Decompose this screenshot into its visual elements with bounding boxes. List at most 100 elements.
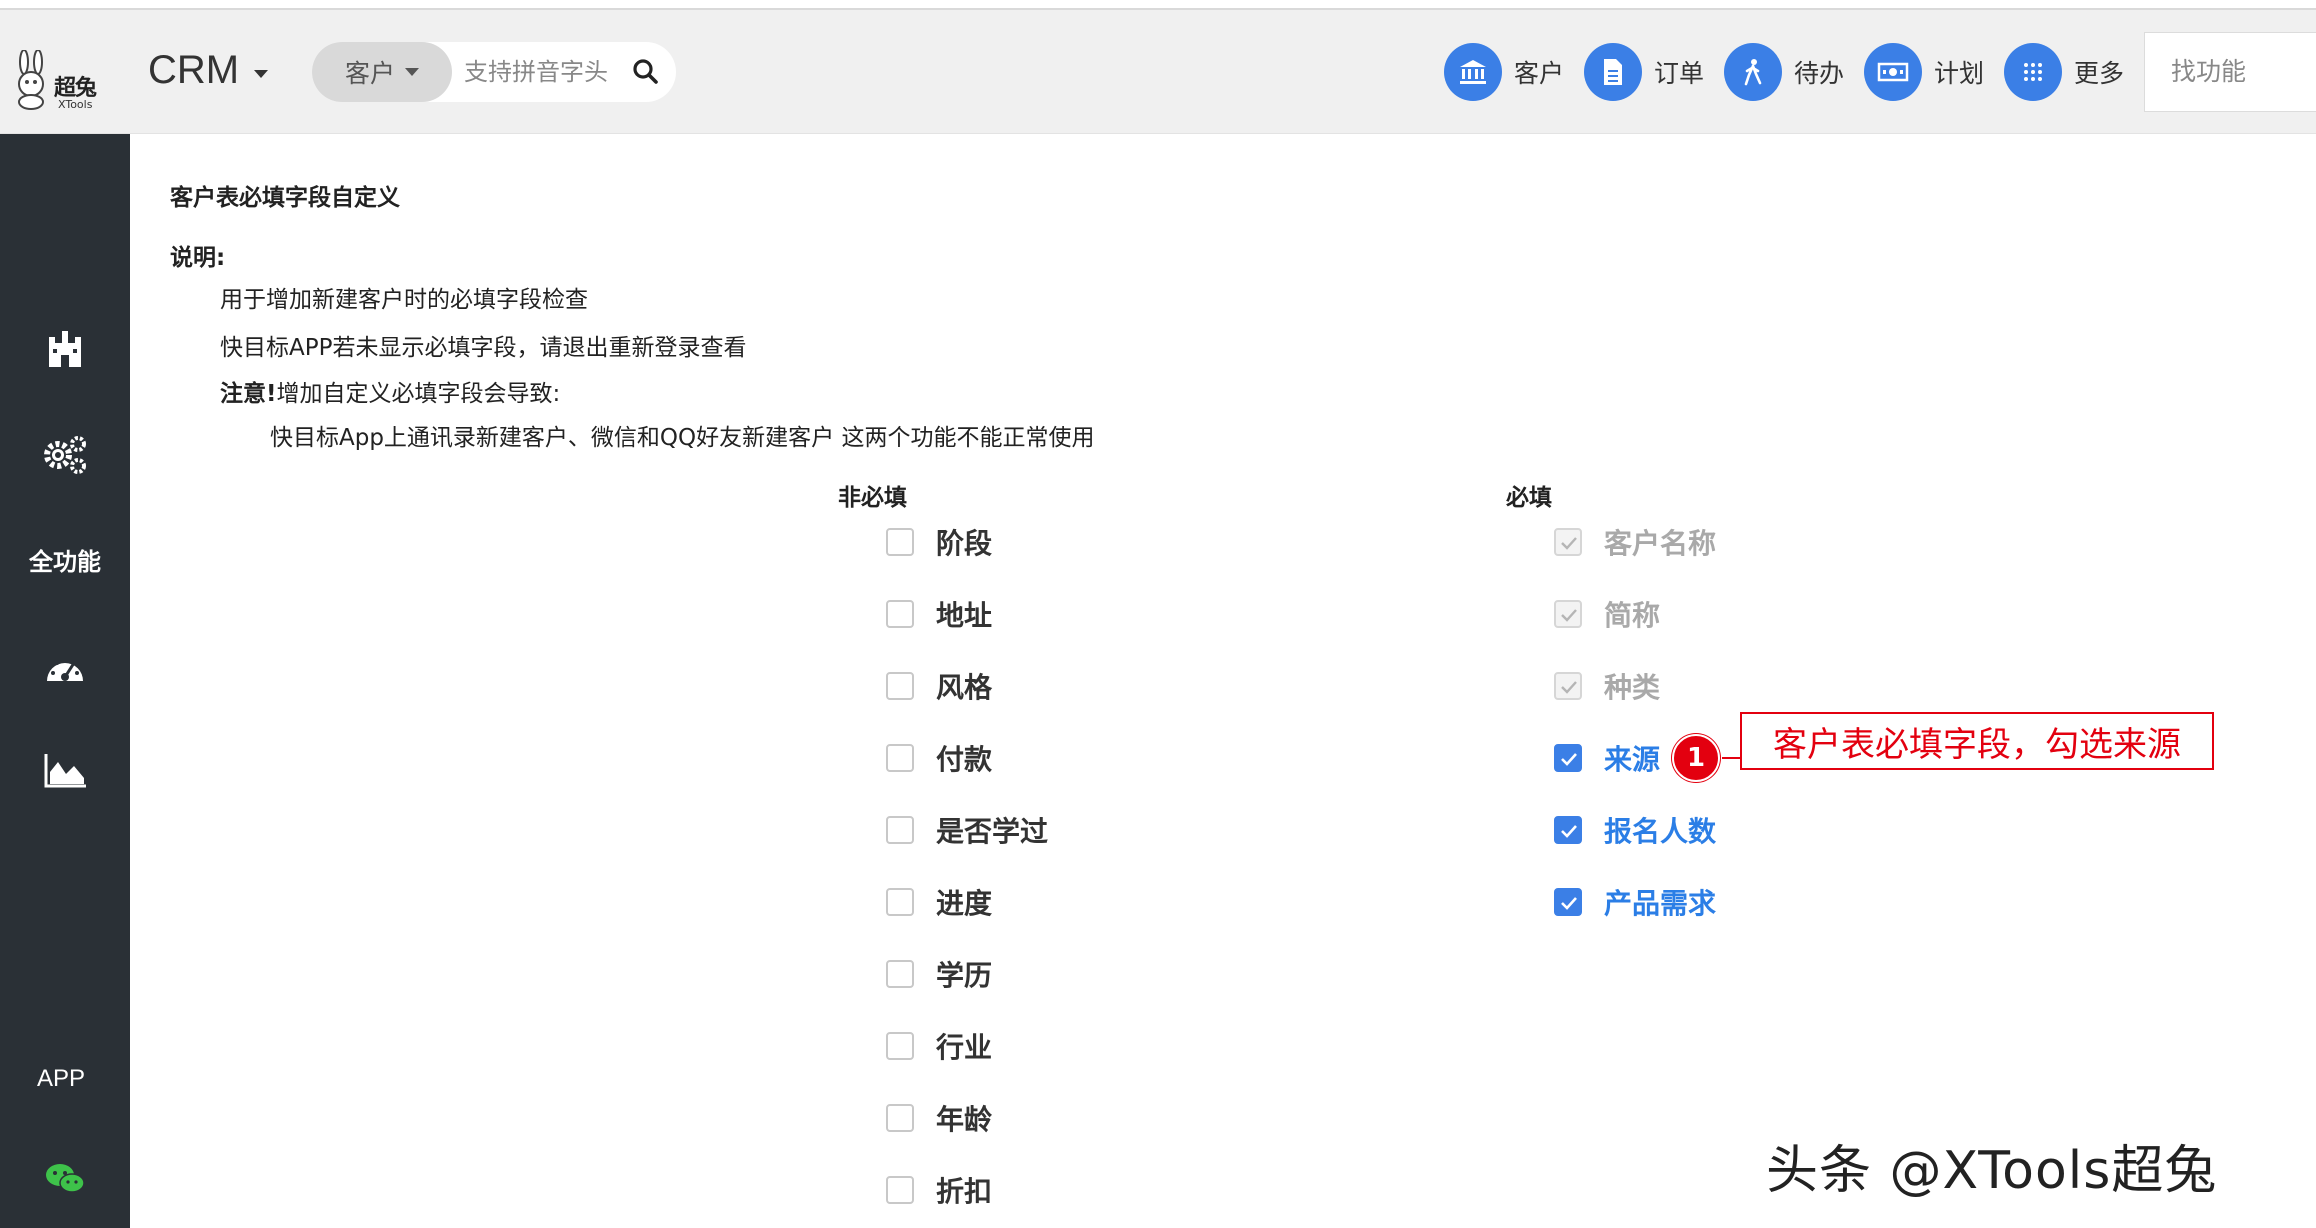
optional-field[interactable]: 阶段 (886, 522, 992, 562)
optional-field[interactable]: 进度 (886, 882, 992, 922)
annotation-connector (1722, 757, 1742, 759)
checkbox[interactable] (886, 960, 914, 988)
required-field-selected[interactable]: 报名人数 (1554, 810, 1716, 850)
checkbox-locked (1554, 672, 1582, 700)
gears-icon (44, 436, 86, 474)
field-label: 折扣 (936, 1175, 993, 1208)
checkbox[interactable] (886, 672, 914, 700)
sidebar-item-app[interactable]: APP (0, 1044, 126, 1114)
top-strip (0, 0, 2316, 10)
optional-field[interactable]: 付款 (886, 738, 992, 778)
required-field-selected[interactable]: 来源 (1554, 738, 1660, 778)
sidebar: 全功能 APP (0, 134, 130, 1228)
required-column-header: 必填 (1506, 485, 1552, 511)
checkbox-locked (1554, 600, 1582, 628)
field-label: 产品需求 (1604, 887, 1717, 920)
dashboard-icon (47, 657, 83, 681)
annotation-marker: 1 (1672, 734, 1720, 782)
checkbox[interactable] (886, 1176, 914, 1204)
sidebar-item-settings[interactable] (0, 419, 130, 489)
checkbox[interactable] (886, 816, 914, 844)
field-label: 来源 (1604, 743, 1661, 776)
checkbox[interactable] (886, 600, 914, 628)
field-label: 地址 (936, 599, 993, 632)
castle-icon (49, 331, 81, 367)
field-label: 进度 (936, 887, 993, 920)
find-function-input[interactable] (2169, 51, 2316, 91)
optional-field[interactable]: 折扣 (886, 1170, 992, 1210)
warning-detail: 快目标App上通讯录新建客户、微信和QQ好友新建客户 这两个功能不能正常使用 (270, 425, 1095, 451)
quicknav-label: 更多 (2074, 59, 2125, 88)
field-label: 学历 (936, 959, 993, 992)
quicknav-plan[interactable]: 计划 (1864, 40, 1984, 104)
area-chart-icon (44, 754, 86, 788)
field-label: 年龄 (936, 1103, 993, 1136)
find-function-box (2144, 32, 2316, 112)
sidebar-item-label: 全功能 (29, 547, 101, 576)
sidebar-item-all-functions[interactable]: 全功能 (0, 524, 130, 594)
search-icon[interactable] (632, 58, 660, 86)
checkbox[interactable] (886, 1104, 914, 1132)
logo[interactable]: 超兔 XTools (14, 46, 106, 116)
warning-line: 注意!增加自定义必填字段会导致: (220, 374, 560, 408)
required-field-locked: 客户名称 (1554, 522, 1716, 562)
required-field-locked: 简称 (1554, 594, 1660, 634)
field-label: 报名人数 (1604, 815, 1717, 848)
sidebar-item-dashboard[interactable] (0, 632, 130, 702)
optional-field[interactable]: 年龄 (886, 1098, 992, 1138)
main-content: 客户表必填字段自定义 说明: 用于增加新建客户时的必填字段检查 快目标APP若未… (130, 134, 2316, 1228)
bank-icon (1444, 43, 1502, 101)
checkbox-checked[interactable] (1554, 744, 1582, 772)
quicknav-more[interactable]: 更多 (2004, 40, 2124, 104)
optional-field[interactable]: 行业 (886, 1026, 992, 1066)
document-icon (1584, 43, 1642, 101)
quicknav-label: 客户 (1514, 59, 1565, 88)
money-icon (1864, 43, 1922, 101)
quicknav-label: 待办 (1794, 59, 1845, 88)
walking-person-icon (1724, 43, 1782, 101)
quicknav-todo[interactable]: 待办 (1724, 40, 1844, 104)
sidebar-item-home[interactable] (0, 314, 130, 384)
optional-field[interactable]: 地址 (886, 594, 992, 634)
warning-title: 注意! (220, 381, 277, 407)
required-field-locked: 种类 (1554, 666, 1660, 706)
grid-icon (2004, 43, 2062, 101)
search-type-dropdown[interactable]: 客户 (312, 42, 452, 102)
quicknav-customer[interactable]: 客户 (1444, 40, 1564, 104)
checkbox-locked (1554, 528, 1582, 556)
quicknav-label: 订单 (1654, 59, 1705, 88)
optional-column-header: 非必填 (838, 485, 907, 511)
field-label: 是否学过 (936, 815, 1049, 848)
quicknav-label: 计划 (1934, 59, 1985, 88)
field-label: 简称 (1604, 599, 1661, 632)
rabbit-icon (18, 50, 44, 110)
wechat-icon (46, 1164, 85, 1193)
checkbox-checked[interactable] (1554, 888, 1582, 916)
search-type-label: 客户 (344, 59, 395, 88)
optional-field[interactable]: 风格 (886, 666, 992, 706)
app-name-dropdown[interactable]: CRM (148, 48, 239, 93)
watermark: 头条 @XTools超兔 (1766, 1141, 2218, 1201)
page-title: 客户表必填字段自定义 (170, 185, 400, 211)
sidebar-item-wechat[interactable] (0, 1144, 130, 1214)
logo-subtitle: XTools (58, 98, 93, 111)
caret-down-icon[interactable] (254, 70, 268, 78)
checkbox[interactable] (886, 888, 914, 916)
description-line: 快目标APP若未显示必填字段，请退出重新登录查看 (220, 335, 747, 361)
required-field-selected[interactable]: 产品需求 (1554, 882, 1716, 922)
checkbox[interactable] (886, 528, 914, 556)
sidebar-item-reports[interactable] (0, 736, 130, 806)
optional-field[interactable]: 学历 (886, 954, 992, 994)
caret-down-icon (405, 68, 419, 76)
field-label: 阶段 (936, 527, 993, 560)
search-input[interactable] (462, 52, 632, 92)
field-label: 风格 (936, 671, 993, 704)
description-line: 用于增加新建客户时的必填字段检查 (220, 287, 588, 313)
checkbox-checked[interactable] (1554, 816, 1582, 844)
checkbox[interactable] (886, 744, 914, 772)
checkbox[interactable] (886, 1032, 914, 1060)
quicknav-order[interactable]: 订单 (1584, 40, 1704, 104)
annotation-callout: 客户表必填字段，勾选来源 (1740, 712, 2214, 770)
search-box: 客户 (312, 42, 676, 102)
optional-field[interactable]: 是否学过 (886, 810, 1048, 850)
